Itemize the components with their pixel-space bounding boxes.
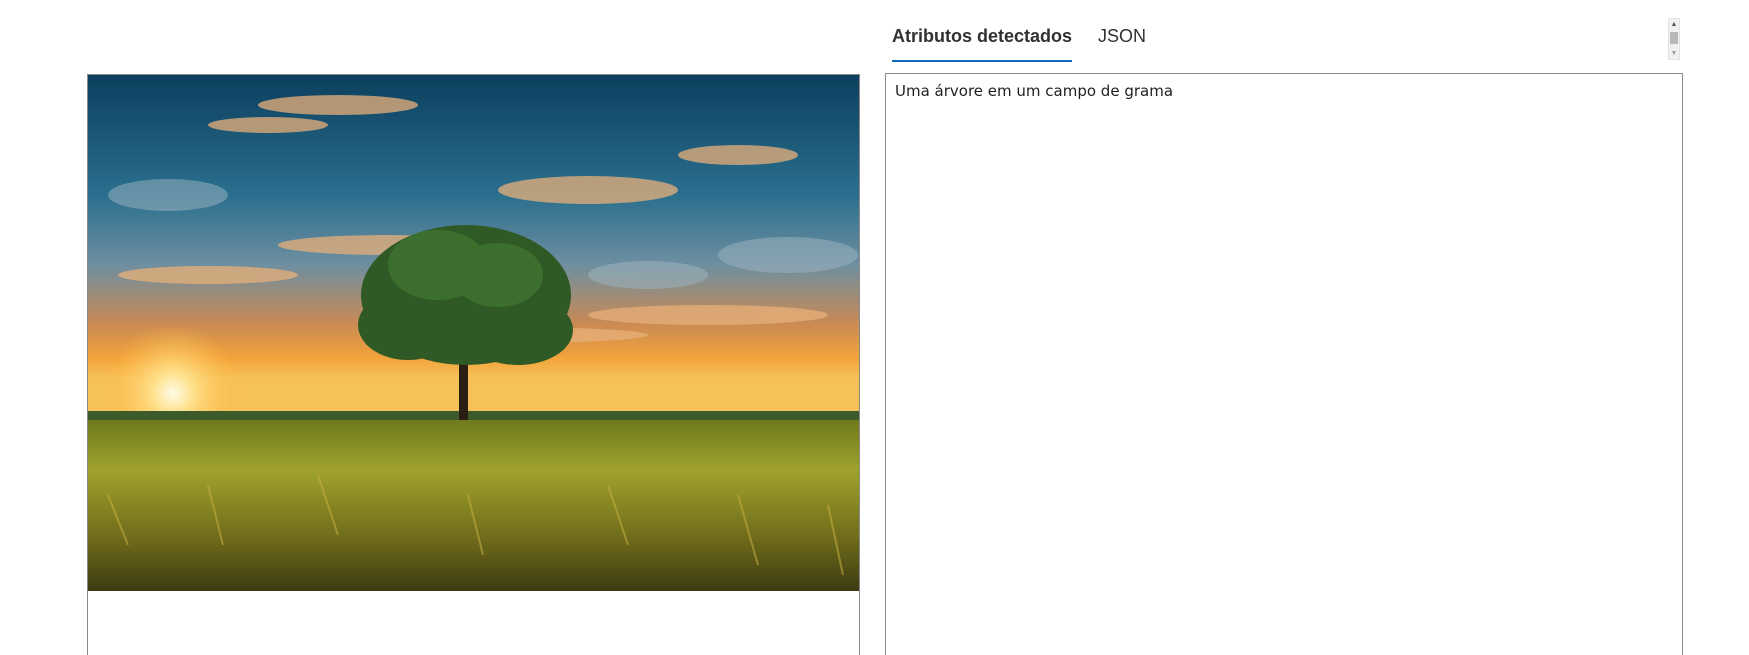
result-tabs: Atributos detectados JSON xyxy=(892,22,1172,62)
tab-json[interactable]: JSON xyxy=(1098,22,1146,62)
app-root: Atributos detectados JSON ▲ ▼ Uma árvore… xyxy=(0,0,1749,655)
scroll-thumb[interactable] xyxy=(1670,32,1678,44)
caption-text: Uma árvore em um campo de grama xyxy=(895,82,1174,100)
analyzed-image xyxy=(88,75,859,591)
scrollbar[interactable]: ▲ ▼ xyxy=(1668,18,1680,60)
scroll-up-icon[interactable]: ▲ xyxy=(1670,20,1678,29)
analyzed-image-panel xyxy=(87,74,860,655)
scroll-down-icon[interactable]: ▼ xyxy=(1670,49,1678,58)
tab-label: Atributos detectados xyxy=(892,26,1073,46)
result-output-box[interactable]: Uma árvore em um campo de grama xyxy=(885,73,1683,655)
tab-label: JSON xyxy=(1098,26,1147,46)
tab-detected-attributes[interactable]: Atributos detectados xyxy=(892,22,1073,62)
